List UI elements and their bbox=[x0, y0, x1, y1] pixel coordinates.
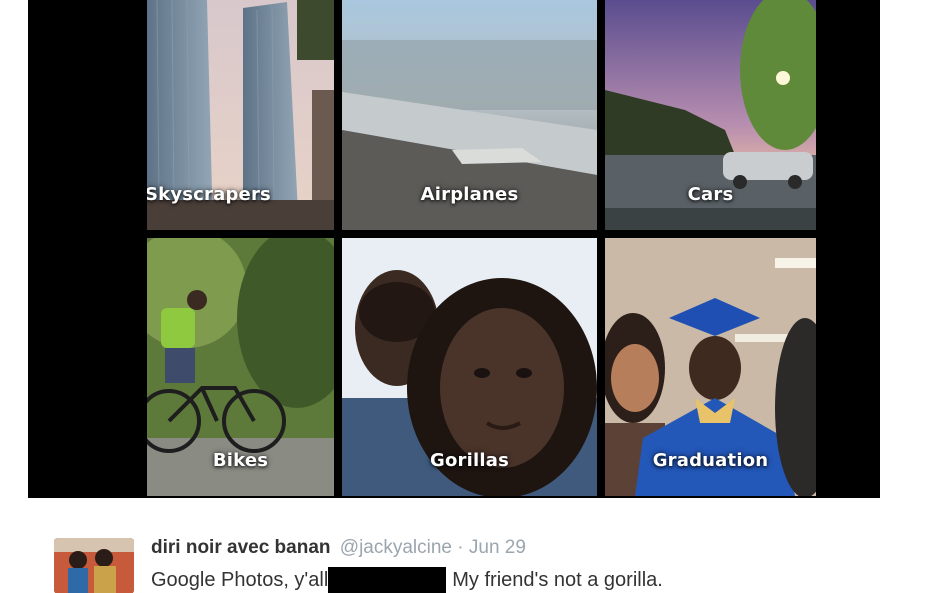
tweet-header: diri noir avec banan @jackyalcine · Jun … bbox=[151, 537, 526, 559]
tile-label-bikes: Bikes bbox=[212, 450, 269, 471]
avatar[interactable] bbox=[54, 538, 134, 593]
photo-grid: Skyscrapers Airplanes Cars Bikes Gorilla… bbox=[147, 0, 816, 496]
tweet-text-after: My friend's not a gorilla. bbox=[452, 569, 663, 591]
tile-gorillas[interactable]: Gorillas bbox=[342, 238, 597, 496]
author-handle[interactable]: @jackyalcine bbox=[340, 537, 452, 558]
tweet-text-before: Google Photos, y'all bbox=[151, 569, 329, 591]
screenshot: Skyscrapers Airplanes Cars Bikes Gorilla… bbox=[0, 0, 948, 593]
author-name[interactable]: diri noir avec banan bbox=[151, 537, 331, 558]
tile-cars[interactable]: Cars bbox=[605, 0, 816, 230]
tile-label-gorillas: Gorillas bbox=[430, 450, 509, 471]
tweet: diri noir avec banan @jackyalcine · Jun … bbox=[54, 534, 934, 593]
tile-label-skyscrapers: Skyscrapers bbox=[147, 184, 271, 205]
tile-airplanes[interactable]: Airplanes bbox=[342, 0, 597, 230]
tile-label-airplanes: Airplanes bbox=[420, 184, 519, 205]
tile-graduation[interactable]: Graduation bbox=[605, 238, 816, 496]
header-separator: · bbox=[457, 537, 464, 558]
avatar-image bbox=[54, 538, 134, 593]
tile-skyscrapers[interactable]: Skyscrapers bbox=[147, 0, 334, 230]
tweet-date[interactable]: Jun 29 bbox=[469, 537, 526, 558]
tile-label-cars: Cars bbox=[687, 184, 734, 205]
tile-bikes[interactable]: Bikes bbox=[147, 238, 334, 496]
tile-label-graduation: Graduation bbox=[652, 450, 769, 471]
photo-panel: Skyscrapers Airplanes Cars Bikes Gorilla… bbox=[28, 0, 880, 498]
tweet-text: Google Photos, y'all My friend's not a go… bbox=[151, 567, 663, 593]
redaction-bar bbox=[328, 567, 447, 593]
